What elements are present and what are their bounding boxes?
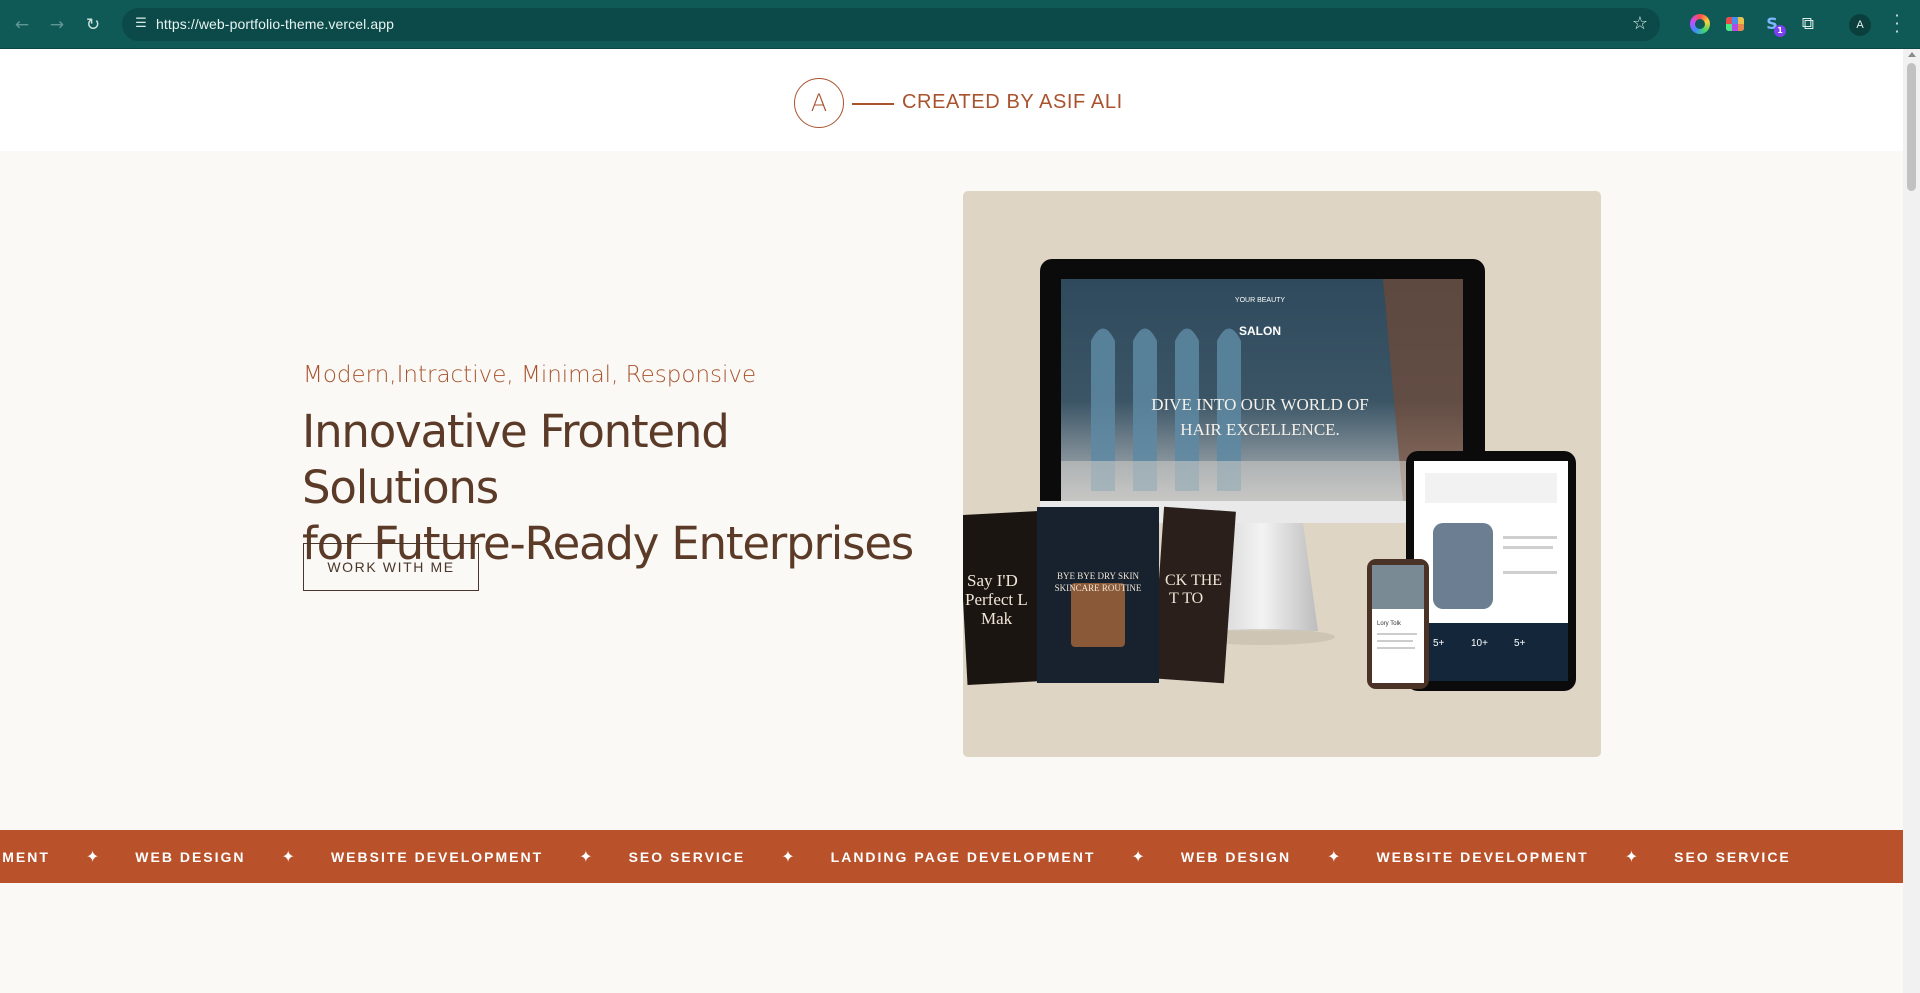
brand-top-text: YOUR BEAUTY	[1235, 297, 1286, 304]
phone-title: Lory Tolk	[1377, 621, 1402, 627]
tablet-stat-2: 10+	[1471, 638, 1488, 649]
site-info-icon[interactable]: ☰	[132, 15, 150, 33]
marquee-track: OPMENT ✦ WEB DESIGN ✦ WEBSITE DEVELOPMENT ✦ SE…	[0, 830, 1791, 883]
screen-headline-1: DIVE INTO OUR WORLD OF	[1151, 395, 1369, 414]
hero-headline-line1: Innovative Frontend Solutions	[302, 405, 730, 514]
marquee-item: WEB DESIGN	[1180, 848, 1292, 865]
logo-monogram[interactable]: A	[794, 78, 844, 128]
tablet-stat-1: 5+	[1433, 638, 1445, 649]
sparkle-separator-icon: ✦	[1624, 847, 1639, 866]
card1-text-1: Say I'D	[967, 571, 1018, 590]
palette-extension-icon[interactable]	[1726, 17, 1744, 31]
card2-text-2: SKINCARE ROUTINE	[1055, 583, 1142, 593]
marquee-item: WEBSITE DEVELOPMENT	[1376, 848, 1589, 865]
marquee-item: LANDING PAGE DEVELOPMENT	[830, 848, 1096, 865]
url-text[interactable]: https://web-portfolio-theme.vercel.app	[156, 16, 394, 32]
site-header: A CREATED BY ASIF ALI	[0, 49, 1903, 151]
browser-toolbar: ← → ↻ ☰ https://web-portfolio-theme.verc…	[0, 0, 1920, 49]
marquee-item: WEB DESIGN	[135, 848, 246, 865]
card2-text-1: BYE BYE DRY SKIN	[1057, 571, 1139, 581]
kebab-menu-icon[interactable]: · · ·	[1892, 8, 1902, 40]
card1-text-3: Mak	[981, 609, 1013, 628]
brand-text: SALON	[1239, 324, 1281, 338]
back-icon[interactable]: ←	[10, 13, 34, 37]
hero-tagline: Modern,Intractive, Minimal, Responsive	[303, 362, 757, 388]
color-extension-icon[interactable]	[1690, 14, 1710, 34]
sparkle-separator-icon: ✦	[85, 847, 100, 866]
extension-badge: 1	[1774, 25, 1786, 37]
address-bar[interactable]: ☰ https://web-portfolio-theme.vercel.app…	[122, 8, 1660, 41]
bookmark-star-icon[interactable]: ☆	[1632, 13, 1648, 34]
flyer-cards: Say I'D Perfect L Mak CK THE T TO BYE BY…	[963, 506, 1236, 685]
profile-avatar[interactable]: A	[1849, 14, 1871, 36]
marquee-item: SEO SERVICE	[1674, 848, 1791, 865]
card3-text-1: CK THE	[1165, 572, 1222, 589]
marquee-item: SEO SERVICE	[628, 848, 746, 865]
scroll-up-arrow-icon[interactable]	[1908, 52, 1916, 57]
portfolio-mockup-image: YOUR BEAUTY SALON DIVE INTO OUR WORLD OF…	[963, 191, 1601, 757]
reload-icon[interactable]: ↻	[81, 13, 105, 37]
page: A CREATED BY ASIF ALI Modern,Intractive,…	[0, 49, 1903, 993]
marquee-item: WEBSITE DEVELOPMENT	[330, 848, 544, 865]
sparkle-separator-icon: ✦	[1327, 847, 1341, 866]
sparkle-separator-icon: ✦	[579, 847, 593, 866]
card3-text-2: T TO	[1169, 590, 1203, 607]
scrollbar-thumb[interactable]	[1907, 63, 1916, 191]
card1-text-2: Perfect L	[965, 590, 1028, 609]
extensions-puzzle-icon[interactable]: ⧉	[1798, 14, 1818, 34]
logo-divider-line	[852, 103, 894, 105]
tablet-stat-3: 5+	[1514, 638, 1526, 649]
sparkle-separator-icon: ✦	[281, 847, 295, 866]
services-marquee: OPMENT ✦ WEB DESIGN ✦ WEBSITE DEVELOPMENT ✦ SE…	[0, 830, 1903, 883]
sparkle-separator-icon: ✦	[781, 847, 795, 866]
page-scrollbar[interactable]	[1903, 49, 1920, 993]
sparkle-separator-icon: ✦	[1131, 847, 1145, 866]
mockup-illustration: YOUR BEAUTY SALON DIVE INTO OUR WORLD OF…	[963, 259, 1576, 691]
creator-credit[interactable]: CREATED BY ASIF ALI	[902, 91, 1123, 114]
screen-headline-2: HAIR EXCELLENCE.	[1180, 420, 1340, 439]
work-with-me-button[interactable]: WORK WITH ME	[303, 543, 479, 591]
s-extension-icon[interactable]: S 1	[1762, 14, 1786, 37]
forward-icon[interactable]: →	[45, 13, 69, 37]
marquee-item: OPMENT	[0, 848, 50, 865]
